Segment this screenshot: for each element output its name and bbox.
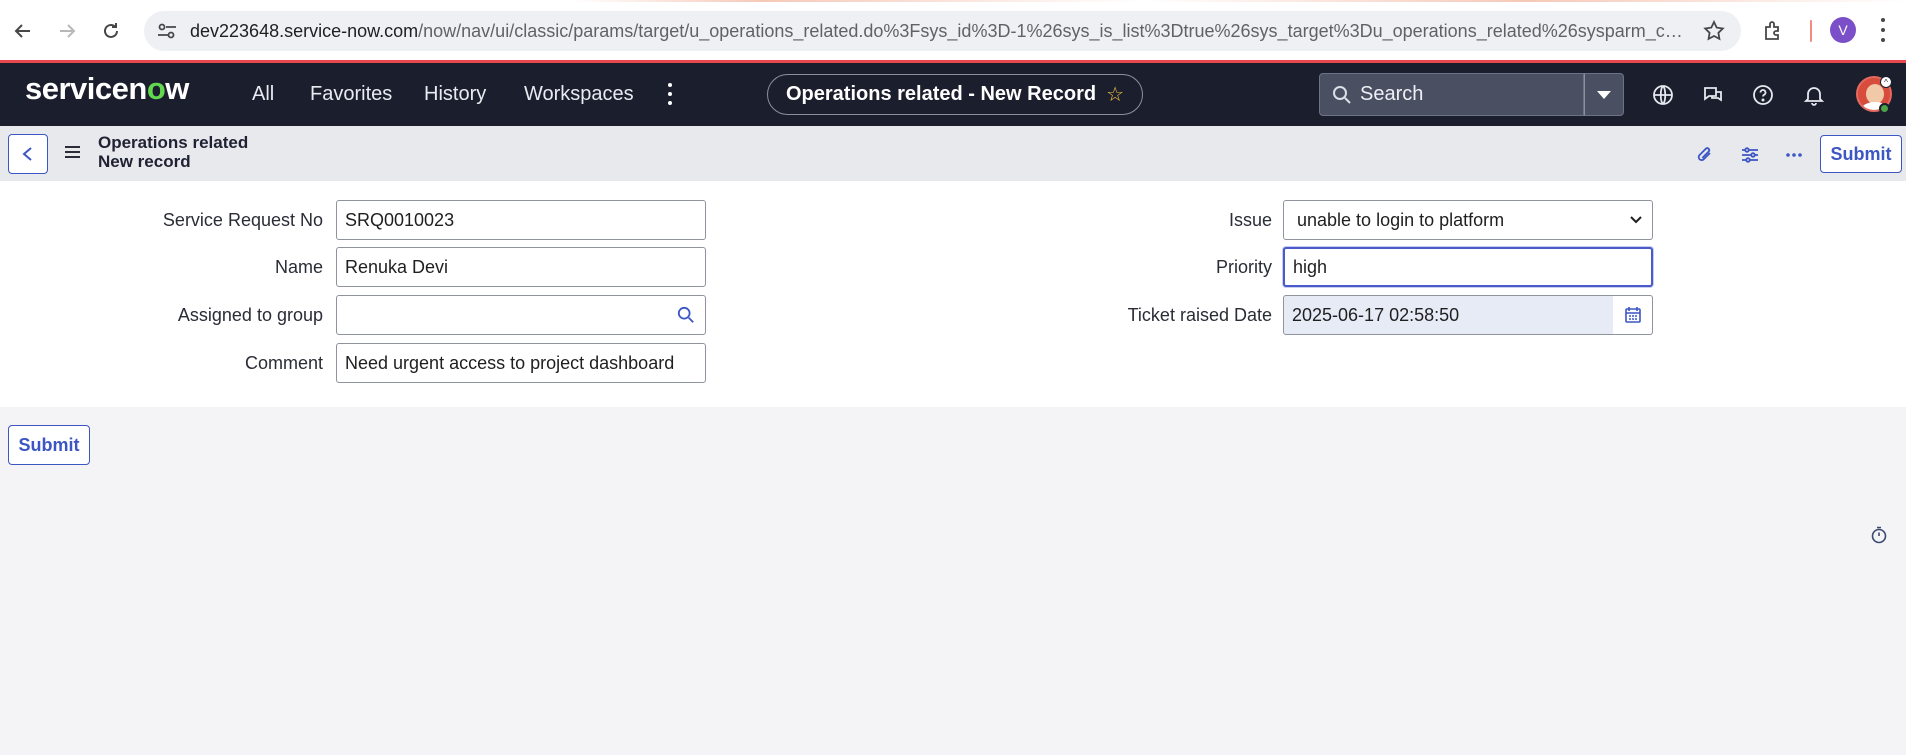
personalize-form-icon[interactable]	[1739, 144, 1761, 166]
extensions-icon[interactable]	[1762, 19, 1786, 43]
name-field[interactable]: Renuka Devi	[336, 247, 706, 287]
url-path: /now/nav/ui/classic/params/target/u_oper…	[418, 20, 1689, 41]
form-header-bar: Operations related New record Submit	[0, 126, 1906, 181]
global-search-input[interactable]: Search	[1319, 73, 1584, 116]
comment-field[interactable]: Need urgent access to project dashboard	[336, 343, 706, 383]
name-label: Name	[274, 257, 323, 277]
more-menu-icon[interactable]	[664, 83, 676, 105]
date-picker-button[interactable]	[1613, 295, 1653, 335]
logo-text-part1: servicen	[25, 71, 147, 106]
form-title: Operations related	[98, 133, 249, 152]
issue-select[interactable]: unable to login to platform	[1283, 200, 1653, 240]
browser-toolbar: dev223648.service-now.com/now/nav/ui/cla…	[0, 0, 1906, 60]
nav-favorites[interactable]: Favorites	[310, 83, 392, 106]
address-bar[interactable]: dev223648.service-now.com/now/nav/ui/cla…	[144, 11, 1741, 51]
browser-profile-avatar[interactable]: V	[1830, 17, 1856, 43]
service-request-no-label: Service Request No	[162, 210, 323, 230]
globe-icon[interactable]	[1651, 83, 1675, 107]
tab-strip-accent	[0, 0, 1906, 2]
lookup-button[interactable]	[666, 295, 706, 335]
nav-workspaces[interactable]: Workspaces	[524, 83, 634, 106]
bookmark-star-icon[interactable]	[1703, 20, 1725, 42]
servicenow-header: servicenow All Favorites History Workspa…	[0, 63, 1906, 126]
priority-label: Priority	[1215, 257, 1272, 277]
priority-field[interactable]: high	[1283, 247, 1653, 287]
back-arrow-icon[interactable]	[6, 14, 40, 48]
search-icon	[1333, 86, 1351, 104]
nav-history[interactable]: History	[424, 83, 486, 106]
logo-text-part2: o	[146, 71, 166, 106]
back-button[interactable]	[8, 134, 48, 174]
forward-arrow-icon[interactable]	[50, 14, 84, 48]
servicenow-logo[interactable]: servicenow	[25, 71, 189, 107]
bell-icon[interactable]	[1802, 83, 1826, 107]
record-title-pill[interactable]: Operations related - New Record ☆	[767, 74, 1143, 115]
user-status-icon	[1879, 103, 1890, 114]
submit-button-bottom[interactable]: Submit	[8, 425, 90, 465]
favorite-star-icon[interactable]: ☆	[1106, 82, 1124, 107]
chat-icon[interactable]	[1701, 83, 1725, 107]
search-scope-dropdown[interactable]	[1584, 73, 1624, 116]
calendar-icon	[1624, 307, 1641, 323]
more-options-icon[interactable]	[1783, 144, 1805, 166]
ticket-raised-date-label: Ticket raised Date	[1127, 305, 1272, 325]
assigned-to-group-field[interactable]	[336, 295, 667, 335]
browser-menu-icon[interactable]	[1880, 18, 1886, 42]
search-icon	[677, 306, 694, 323]
response-timer-icon[interactable]	[1870, 526, 1888, 544]
context-menu-icon[interactable]	[65, 146, 80, 158]
form-fields-area: Service Request No SRQ0010023 Name Renuk…	[0, 181, 1906, 407]
attachment-icon[interactable]	[1694, 144, 1716, 166]
chevron-down-icon	[1630, 216, 1642, 224]
chevron-left-icon	[22, 147, 32, 161]
service-request-no-field[interactable]: SRQ0010023	[336, 200, 706, 240]
chevron-down-icon	[1597, 90, 1611, 99]
comment-label: Comment	[244, 353, 323, 373]
record-title: Operations related - New Record	[785, 83, 1097, 105]
issue-selected-value: unable to login to platform	[1297, 209, 1505, 230]
form-subtitle: New record	[98, 152, 191, 171]
avatar-badge-icon: ^	[1880, 76, 1892, 88]
submit-button-top[interactable]: Submit	[1820, 135, 1902, 173]
help-icon[interactable]	[1751, 83, 1775, 107]
nav-all[interactable]: All	[252, 83, 274, 106]
ticket-raised-date-field[interactable]: 2025-06-17 02:58:50	[1283, 295, 1614, 335]
issue-label: Issue	[1228, 210, 1272, 230]
assigned-to-group-label: Assigned to group	[177, 305, 323, 325]
site-settings-icon[interactable]	[156, 21, 178, 41]
toolbar-divider	[1810, 20, 1812, 42]
reload-icon[interactable]	[94, 14, 128, 48]
logo-text-part3: w	[165, 71, 189, 106]
search-placeholder: Search	[1360, 83, 1424, 105]
url-host: dev223648.service-now.com	[190, 20, 419, 41]
